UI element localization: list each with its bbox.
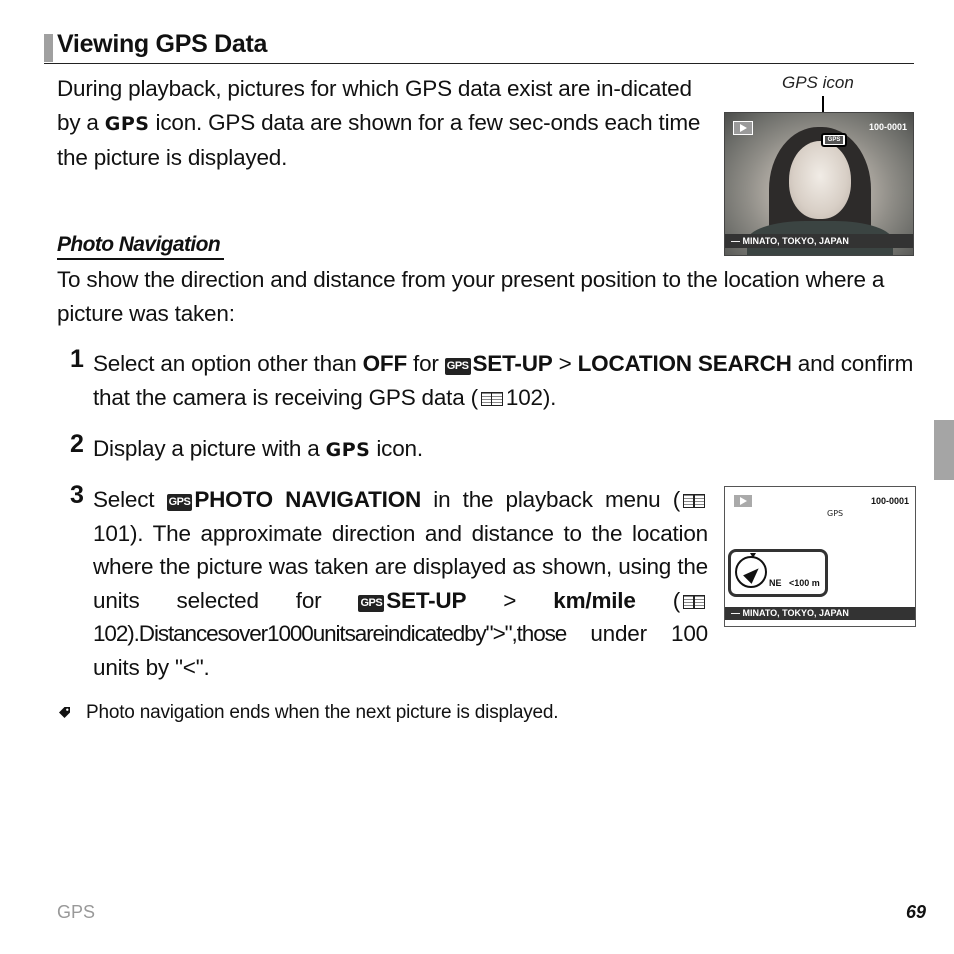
frame-number: 100-0001 bbox=[868, 122, 907, 132]
step-text: in the playback menu ( bbox=[421, 487, 681, 512]
section-title: Photo Navigation bbox=[57, 232, 225, 260]
page-reference: 102 bbox=[93, 621, 128, 646]
step-text: Select an option other than bbox=[93, 351, 363, 376]
playback-screen-photo: 100-0001 GPS — MINATO, TOKYO, JAPAN bbox=[724, 112, 914, 256]
gps-menu-icon: GPS bbox=[166, 494, 193, 511]
note-text: Photo navigation ends when the next pict… bbox=[86, 702, 559, 723]
location-bar: — MINATO, TOKYO, JAPAN bbox=[725, 607, 915, 620]
compass-icon bbox=[735, 553, 767, 588]
page-reference-icon bbox=[683, 494, 706, 508]
step-text: ( bbox=[635, 587, 681, 613]
page-number: 69 bbox=[906, 902, 927, 922]
menu-photo-navigation: PHOTO NAVIGATION bbox=[194, 487, 422, 512]
menu-setup: SET-UP bbox=[386, 587, 467, 613]
step-text: Select bbox=[93, 487, 167, 512]
page-reference-icon bbox=[683, 594, 706, 609]
photo-subject-face bbox=[789, 141, 851, 219]
step-text: Display a picture with a bbox=[93, 436, 326, 461]
gps-menu-icon: GPS bbox=[444, 358, 471, 375]
page-title: Viewing GPS Data bbox=[57, 30, 268, 58]
photo-navigation-screen: 100-0001 GPS NE <100 m — MINATO, TOKYO, … bbox=[724, 486, 916, 627]
compass-north-marker bbox=[750, 553, 756, 558]
direction-arrow-icon bbox=[743, 564, 763, 584]
step-text: ).Distancesover1000unitsareindicatedby">… bbox=[127, 621, 567, 646]
gps-menu-icon: GPS bbox=[358, 594, 385, 612]
step-1-text: Select an option other than OFF for GPS S… bbox=[93, 347, 923, 414]
page-reference: 101 bbox=[93, 520, 130, 546]
page-reference: 102 bbox=[505, 384, 543, 410]
section-lead: To show the direction and distance from … bbox=[57, 267, 885, 326]
gps-icon: GPS bbox=[325, 439, 371, 461]
gps-icon: GPS bbox=[825, 136, 843, 144]
gps-icon-highlight: GPS bbox=[821, 133, 847, 147]
title-underline bbox=[44, 63, 914, 64]
distance-readout: <100 m bbox=[789, 578, 820, 588]
step-text: for bbox=[407, 351, 445, 376]
step-text: > bbox=[466, 587, 554, 613]
location-bar: — MINATO, TOKYO, JAPAN bbox=[725, 234, 913, 248]
step-text: icon. bbox=[370, 436, 423, 461]
intro-text-2: icon. GPS data are shown for a few sec-o… bbox=[57, 109, 701, 171]
playback-icon bbox=[733, 494, 753, 508]
step-number-3: 3 bbox=[70, 481, 84, 509]
direction-readout: NE bbox=[769, 578, 782, 588]
frame-number: 100-0001 bbox=[870, 496, 909, 506]
gps-icon: GPS bbox=[827, 509, 844, 518]
step-3-text: Select GPS PHOTO NAVIGATION in the playba… bbox=[93, 483, 708, 684]
playback-icon bbox=[733, 121, 753, 135]
step-number-1: 1 bbox=[70, 345, 84, 373]
step-2-text: Display a picture with a GPS icon. bbox=[93, 432, 923, 468]
page-reference-icon bbox=[480, 391, 503, 406]
step-number-2: 2 bbox=[70, 430, 84, 458]
step-text: > bbox=[552, 351, 578, 376]
navigation-highlight: NE <100 m bbox=[728, 549, 828, 597]
title-accent-bar bbox=[44, 34, 53, 62]
gps-icon-caption: GPS icon bbox=[782, 73, 854, 92]
note-tag-icon bbox=[59, 707, 70, 718]
menu-setup: SET-UP bbox=[472, 351, 553, 376]
menu-km-mile: km/mile bbox=[553, 587, 636, 613]
intro-paragraph: During playback, pictures for which GPS … bbox=[57, 72, 717, 175]
menu-location-search: LOCATION SEARCH bbox=[577, 351, 792, 376]
step-text: ). bbox=[542, 384, 557, 410]
menu-option-off: OFF bbox=[362, 351, 408, 376]
footer-section-name: GPS bbox=[57, 902, 96, 922]
gps-icon: GPS bbox=[104, 112, 150, 135]
chapter-thumb-tab bbox=[934, 420, 954, 480]
